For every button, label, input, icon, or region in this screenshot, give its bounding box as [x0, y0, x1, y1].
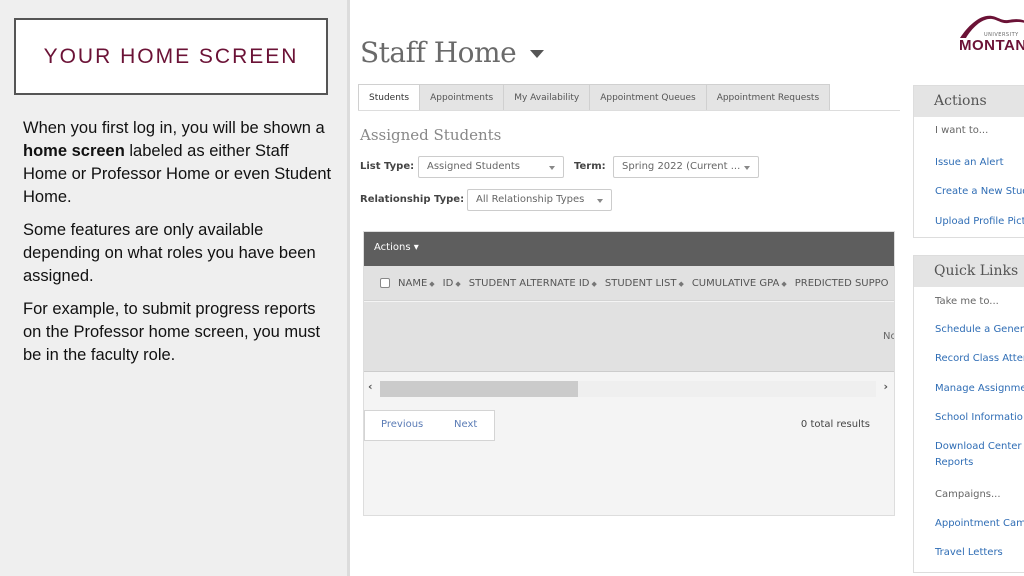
relationship-type-value: All Relationship Types — [476, 194, 585, 205]
sort-icon: ◆ — [591, 279, 597, 288]
actions-panel: Actions I want to... Issue an Alert Crea… — [913, 85, 1024, 238]
chevron-down-icon — [549, 166, 555, 170]
list-type-label: List Type: — [360, 161, 415, 172]
chevron-left-icon[interactable]: ‹ — [368, 380, 373, 393]
slide-paragraph-1: When you first log in, you will be shown… — [23, 117, 333, 209]
select-all-checkbox[interactable] — [380, 278, 390, 288]
chevron-down-icon — [597, 199, 603, 203]
download-center-link[interactable]: Download Center f — [935, 441, 1024, 452]
column-header-name[interactable]: NAME ◆ — [398, 278, 435, 289]
term-value: Spring 2022 (Current ... — [622, 161, 741, 172]
column-label: ID — [442, 277, 454, 289]
grid-actions-menu[interactable]: Actions ▾ — [374, 242, 419, 253]
record-class-attendance-link[interactable]: Record Class Atter — [935, 353, 1024, 364]
campaigns-label: Campaigns... — [935, 489, 1001, 500]
column-label: NAME — [398, 277, 428, 289]
page-title: Staff Home — [360, 36, 517, 69]
slide-paragraph-2: Some features are only available dependi… — [23, 221, 316, 285]
grid-header-row: NAME ◆ ID ◆ STUDENT ALTERNATE ID ◆ STUDENT … — [364, 266, 894, 301]
university-logo: UNIVERSITY MONTAN — [958, 12, 1024, 54]
tab-bar: Students Appointments My Availability Ap… — [358, 84, 831, 111]
manage-assignments-link[interactable]: Manage Assignme — [935, 383, 1024, 394]
create-new-student-link[interactable]: Create a New Stud — [935, 186, 1024, 197]
schedule-general-link[interactable]: Schedule a Genera — [935, 324, 1024, 335]
column-label: STUDENT ALTERNATE ID — [468, 277, 590, 289]
tab-students[interactable]: Students — [358, 84, 421, 111]
slide-paragraph-3: For example, to submit progress reports … — [23, 300, 321, 364]
section-title: Assigned Students — [360, 126, 502, 144]
next-page-link[interactable]: Next — [454, 419, 477, 430]
quick-links-panel-title: Quick Links — [914, 256, 1024, 287]
app-screenshot: Staff Home Students Appointments My Avai… — [350, 0, 1024, 576]
slide-title-box: YOUR HOME SCREEN — [14, 18, 328, 95]
quick-links-panel: Quick Links Take me to... Schedule a Gen… — [913, 255, 1024, 573]
tab-underline — [358, 110, 900, 111]
home-switcher-caret-icon[interactable] — [530, 50, 544, 58]
upload-profile-picture-link[interactable]: Upload Profile Pict — [935, 216, 1024, 227]
column-header-student-list[interactable]: STUDENT LIST ◆ — [605, 278, 684, 289]
column-header-id[interactable]: ID ◆ — [443, 278, 461, 289]
paragraph-bold-text: home screen — [23, 142, 125, 160]
term-select[interactable]: Spring 2022 (Current ... — [613, 156, 759, 178]
tab-appointment-queues[interactable]: Appointment Queues — [590, 84, 707, 111]
chevron-right-icon[interactable]: › — [883, 380, 888, 393]
horizontal-scrollbar[interactable]: ‹ › — [364, 380, 894, 397]
sort-icon: ◆ — [429, 279, 435, 288]
download-center-reports-link[interactable]: Reports — [935, 457, 973, 468]
empty-message: No — [883, 331, 894, 342]
slide-panel: YOUR HOME SCREEN When you first log in, … — [0, 0, 347, 576]
chevron-down-icon — [744, 166, 750, 170]
column-header-cumulative-gpa[interactable]: CUMULATIVE GPA ◆ — [692, 278, 787, 289]
relationship-type-select[interactable]: All Relationship Types — [467, 189, 612, 211]
total-results: 0 total results — [800, 419, 870, 430]
tab-my-availability[interactable]: My Availability — [504, 84, 591, 111]
column-header-student-alternate-id[interactable]: STUDENT ALTERNATE ID ◆ — [469, 278, 597, 289]
sort-icon: ◆ — [678, 279, 684, 288]
grid-toolbar: Actions ▾ — [364, 232, 894, 266]
scrollbar-thumb[interactable] — [380, 381, 579, 397]
column-label: CUMULATIVE GPA — [691, 277, 780, 289]
issue-alert-link[interactable]: Issue an Alert — [935, 157, 1004, 168]
tab-appointments[interactable]: Appointments — [420, 84, 505, 111]
column-label: STUDENT LIST — [604, 277, 677, 289]
list-type-value: Assigned Students — [427, 161, 520, 172]
pagination: Previous Next — [364, 410, 495, 441]
quick-links-intro: Take me to... — [935, 296, 999, 307]
previous-page-link[interactable]: Previous — [381, 419, 423, 430]
travel-letters-link[interactable]: Travel Letters — [935, 547, 1003, 558]
list-type-select[interactable]: Assigned Students — [418, 156, 564, 178]
paragraph-text: When you first log in, you will be shown… — [23, 119, 325, 137]
sort-icon: ◆ — [781, 279, 787, 288]
grid-body: No — [364, 302, 894, 372]
actions-panel-title: Actions — [914, 86, 1024, 117]
sort-icon: ◆ — [455, 279, 461, 288]
students-grid: Actions ▾ NAME ◆ ID ◆ STUDENT ALTERNATE ID… — [363, 231, 895, 516]
tab-appointment-requests[interactable]: Appointment Requests — [706, 84, 831, 111]
relationship-type-label: Relationship Type: — [360, 194, 465, 205]
slide-body: When you first log in, you will be shown… — [23, 117, 333, 377]
term-label: Term: — [574, 161, 606, 172]
school-information-link[interactable]: School Informatio — [935, 412, 1023, 423]
slide-title: YOUR HOME SCREEN — [43, 44, 299, 68]
actions-intro: I want to... — [935, 125, 989, 136]
column-header-predicted-support[interactable]: PREDICTED SUPPO — [795, 278, 889, 289]
scrollbar-track[interactable] — [380, 381, 876, 397]
logo-wordmark: MONTAN — [959, 37, 1024, 54]
appointment-campaign-link[interactable]: Appointment Cam — [935, 518, 1024, 529]
